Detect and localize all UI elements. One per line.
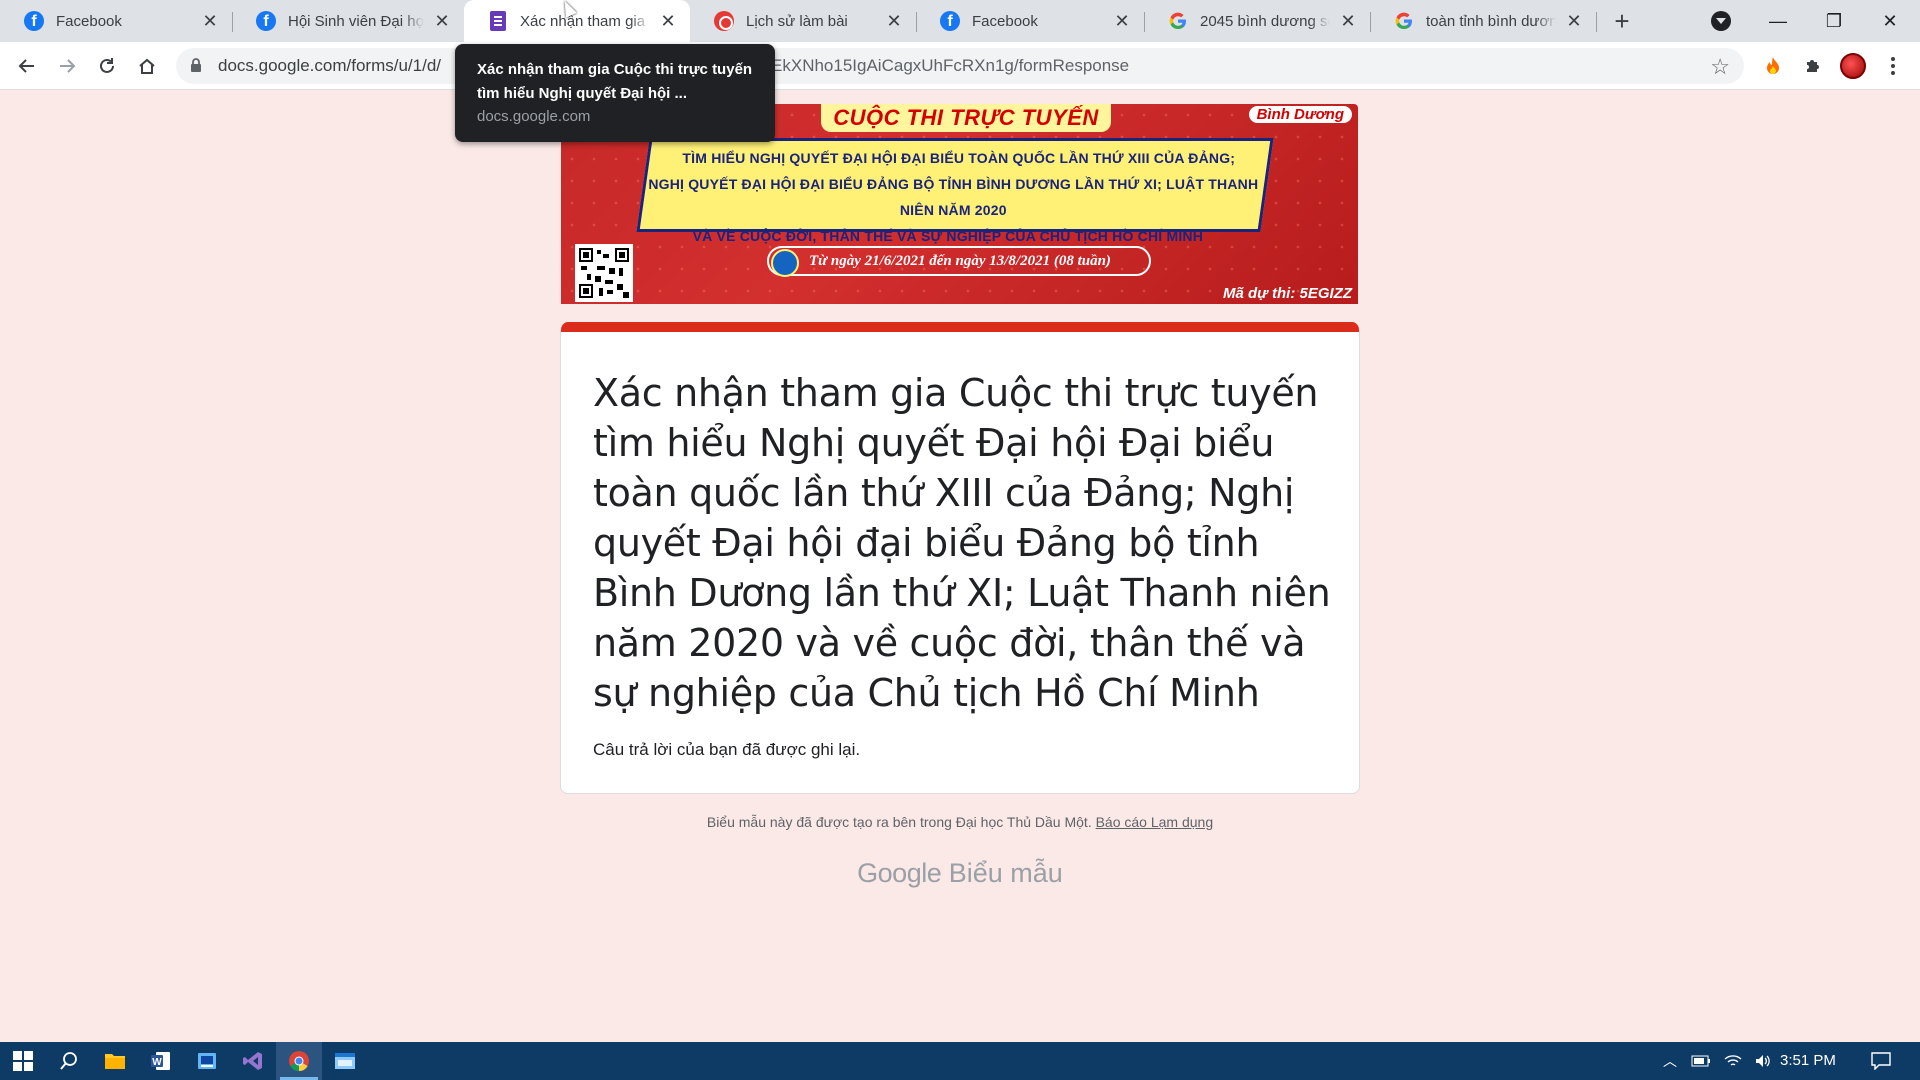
tab-separator [1596, 12, 1597, 32]
tab-facebook-1[interactable]: f Facebook ✕ [0, 0, 232, 42]
close-icon[interactable]: ✕ [658, 11, 678, 31]
close-icon[interactable]: ✕ [200, 11, 220, 31]
footer-note-text: Biểu mẫu này đã được tạo ra bên trong Đạ… [706, 814, 1092, 830]
facebook-icon: f [256, 11, 276, 31]
tooltip-title: Xác nhận tham gia Cuộc thi trực tuyến tì… [477, 61, 753, 102]
forms-wordmark: Biểu mẫu [948, 858, 1063, 888]
qr-code-icon [575, 244, 633, 302]
window-icon[interactable] [322, 1042, 368, 1080]
banner-topic-box: TÌM HIỂU NGHỊ QUYẾT ĐẠI HỘI ĐẠI BIỂU TOÀ… [636, 138, 1274, 244]
tab-lich-su-lam-bai[interactable]: Lịch sử làm bài ✕ [690, 0, 916, 42]
url-host: docs.google.com/forms/u/1/d/ [218, 56, 442, 75]
tab-google-search-1[interactable]: 2045 bình dương sẽ tr ✕ [1144, 0, 1370, 42]
url-path: EkXNho15IgAiCagxUhFcRXn1g/formResponse [771, 56, 1130, 75]
back-button[interactable] [11, 50, 43, 82]
google-icon [1168, 11, 1188, 31]
chevron-up-icon[interactable]: ︿ [1658, 1042, 1682, 1080]
card-accent-bar [561, 322, 1359, 332]
browser-toolbar: docs.google.com/forms/u/1/d/EkXNho15IgAi… [0, 42, 1920, 90]
photos-icon[interactable] [184, 1042, 230, 1080]
google-icon [1394, 11, 1414, 31]
tooltip-domain: docs.google.com [477, 108, 591, 125]
close-icon[interactable]: ✕ [432, 11, 452, 31]
windows-taskbar: W ︿ 3:51 PM [0, 1042, 1920, 1080]
tab-title: Facebook [972, 12, 1038, 30]
home-icon [139, 58, 155, 74]
bookmark-star-icon[interactable]: ☆ [1710, 54, 1730, 80]
tab-strip: f Facebook ✕ f Hội Sinh viên Đại học ✕ X… [0, 0, 1920, 42]
tab-title: Hội Sinh viên Đại học [288, 12, 424, 30]
close-icon[interactable]: ✕ [1338, 11, 1358, 31]
google-forms-icon [488, 11, 508, 31]
wifi-icon[interactable] [1720, 1042, 1746, 1080]
battery-icon[interactable] [1688, 1042, 1714, 1080]
form-title: Xác nhận tham gia Cuộc thi trực tuyến tì… [593, 371, 1331, 715]
close-icon[interactable]: ✕ [1564, 11, 1584, 31]
tab-title: 2045 bình dương sẽ tr [1200, 12, 1330, 30]
banner-line-2: NGHỊ QUYẾT ĐẠI HỘI ĐẠI BIỂU ĐẢNG BỘ TỈNH… [648, 176, 1259, 218]
banner-line-1: TÌM HIỂU NGHỊ QUYẾT ĐẠI HỘI ĐẠI BIỂU TOÀ… [682, 150, 1236, 166]
banner-headline: CUỘC THI TRỰC TUYẾN [821, 104, 1111, 132]
close-icon[interactable]: ✕ [1112, 11, 1132, 31]
address-bar[interactable]: docs.google.com/forms/u/1/d/EkXNho15IgAi… [176, 48, 1744, 84]
notification-center-icon[interactable] [1866, 1042, 1896, 1080]
tab-hoi-sinh-vien[interactable]: f Hội Sinh viên Đại học ✕ [232, 0, 464, 42]
tab-title: Facebook [56, 12, 122, 30]
svg-text:W: W [152, 1057, 162, 1068]
windows-start-icon[interactable] [0, 1042, 46, 1080]
chrome-icon[interactable] [276, 1042, 322, 1080]
visual-studio-icon[interactable] [230, 1042, 276, 1080]
extension-fire-icon[interactable] [1759, 52, 1787, 80]
extensions-puzzle-icon[interactable] [1799, 52, 1827, 80]
google-forms-logo[interactable]: Google Biểu mẫu [0, 858, 1920, 889]
search-icon[interactable] [46, 1042, 92, 1080]
home-button[interactable] [131, 50, 163, 82]
volume-icon[interactable] [1750, 1042, 1776, 1080]
tab-title: toàn tỉnh bình dương [1426, 12, 1556, 30]
new-tab-button[interactable]: + [1608, 8, 1636, 36]
tab-facebook-2[interactable]: f Facebook ✕ [916, 0, 1144, 42]
quiz-icon [714, 11, 734, 31]
restore-button[interactable]: ❐ [1806, 0, 1862, 42]
google-wordmark: Google [857, 858, 942, 888]
minimize-button[interactable]: — [1750, 0, 1806, 42]
back-arrow-icon [18, 59, 34, 73]
form-confirmation-card: Xác nhận tham gia Cuộc thi trực tuyến tì… [560, 322, 1360, 794]
banner-date-range: Từ ngày 21/6/2021 đến ngày 13/8/2021 (08… [767, 246, 1151, 277]
profile-avatar[interactable] [1839, 52, 1867, 80]
confirmation-message: Câu trả lời của bạn đã được ghi lại. [593, 740, 861, 759]
banner-brand: Bình Dương [1248, 106, 1352, 123]
word-icon[interactable]: W [138, 1042, 184, 1080]
reload-button[interactable] [91, 50, 123, 82]
tab-hover-tooltip: Xác nhận tham gia Cuộc thi trực tuyến tì… [455, 44, 775, 142]
tab-google-search-2[interactable]: toàn tỉnh bình dương ✕ [1370, 0, 1596, 42]
close-window-button[interactable]: ✕ [1862, 0, 1918, 42]
tab-search-icon[interactable] [1711, 11, 1731, 31]
facebook-icon: f [940, 11, 960, 31]
lock-icon[interactable] [190, 58, 202, 73]
close-icon[interactable]: ✕ [884, 11, 904, 31]
banner-contest-code: Mã dự thi: 5EGIZZ [1222, 285, 1352, 302]
file-explorer-icon[interactable] [92, 1042, 138, 1080]
form-footer-note: Biểu mẫu này đã được tạo ra bên trong Đạ… [0, 814, 1920, 830]
forward-button[interactable] [51, 50, 83, 82]
tab-xac-nhan-active[interactable]: Xác nhận tham gia Cu ✕ [464, 0, 690, 42]
tab-title: Xác nhận tham gia Cu [520, 12, 650, 30]
report-abuse-link[interactable]: Báo cáo Lạm dụng [1096, 814, 1214, 830]
menu-kebab-icon[interactable] [1879, 52, 1907, 80]
taskbar-clock[interactable]: 3:51 PM [1780, 1052, 1836, 1069]
forward-arrow-icon [60, 59, 76, 73]
reload-icon [100, 58, 114, 73]
tab-title: Lịch sử làm bài [746, 12, 848, 30]
facebook-icon: f [24, 11, 44, 31]
